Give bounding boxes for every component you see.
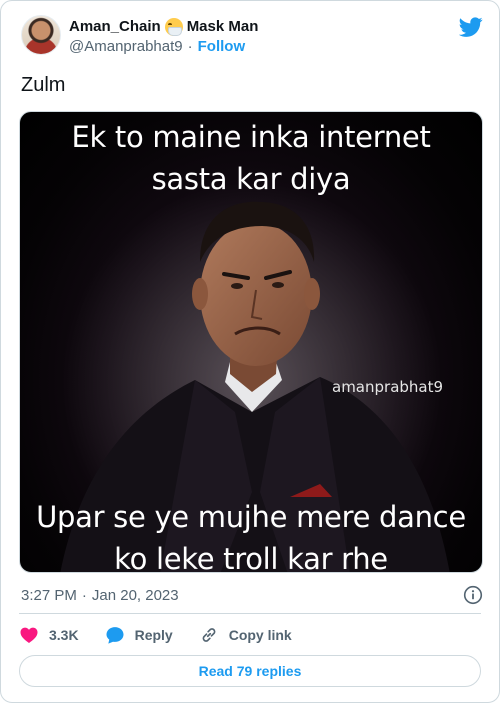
tweet-text: Zulm (21, 74, 66, 96)
caption-top-line-2: sasta kar diya (151, 162, 351, 196)
tweet-card: Aman_Chain Mask Man @Amanprabhat9 · Foll… (0, 0, 500, 703)
tweet-actions: 3.3K Reply Copy link (19, 623, 483, 647)
caption-bottom-line-2: ko leke troll kar rhe (114, 542, 388, 573)
medical-mask-emoji-icon (164, 18, 183, 36)
copy-link-button[interactable]: Copy link (199, 625, 292, 645)
reply-bubble-icon (106, 627, 124, 644)
info-icon[interactable] (463, 585, 483, 605)
author-handle-row: @Amanprabhat9 · Follow (69, 37, 258, 57)
link-icon (202, 628, 216, 642)
read-replies-label: Read 79 replies (198, 663, 302, 679)
caption-bottom-line-1: Upar se ye mujhe mere dance (36, 500, 466, 534)
caption-top-line-1: Ek to maine inka internet (71, 120, 431, 154)
likes-count: 3.3K (49, 627, 79, 643)
meme-caption-top: Ek to maine inka internet sasta kar diya (20, 116, 482, 200)
like-button[interactable]: 3.3K (19, 625, 79, 645)
twitter-bird-icon[interactable] (459, 15, 483, 39)
reply-label: Reply (134, 627, 173, 643)
author-display-name[interactable]: Aman_Chain (69, 17, 161, 37)
author-handle[interactable]: @Amanprabhat9 (69, 37, 183, 57)
tweet-date[interactable]: Jan 20, 2023 (92, 587, 179, 604)
reply-button[interactable]: Reply (105, 625, 173, 645)
meme-caption-bottom: Upar se ye mujhe mere dance ko leke trol… (20, 496, 482, 573)
tweet-media-image[interactable]: Ek to maine inka internet sasta kar diya… (19, 111, 483, 573)
divider (19, 613, 481, 614)
read-replies-button[interactable]: Read 79 replies (19, 655, 481, 687)
copy-link-label: Copy link (228, 627, 292, 643)
follow-link[interactable]: Follow (198, 37, 246, 57)
heart-icon (20, 627, 38, 643)
author-display-name-row[interactable]: Aman_Chain Mask Man (69, 17, 258, 37)
author-names: Aman_Chain Mask Man @Amanprabhat9 · Foll… (69, 17, 258, 57)
tweet-time[interactable]: 3:27 PM (21, 587, 77, 604)
tweet-header: Aman_Chain Mask Man @Amanprabhat9 · Foll… (21, 15, 483, 63)
timestamp-separator: · (81, 586, 87, 604)
image-watermark: amanprabhat9 (332, 378, 444, 396)
handle-separator: · (187, 38, 193, 55)
tweet-timestamp-row: 3:27 PM · Jan 20, 2023 (21, 585, 483, 605)
author-display-name-suffix[interactable]: Mask Man (187, 17, 259, 37)
author-avatar[interactable] (21, 15, 61, 55)
